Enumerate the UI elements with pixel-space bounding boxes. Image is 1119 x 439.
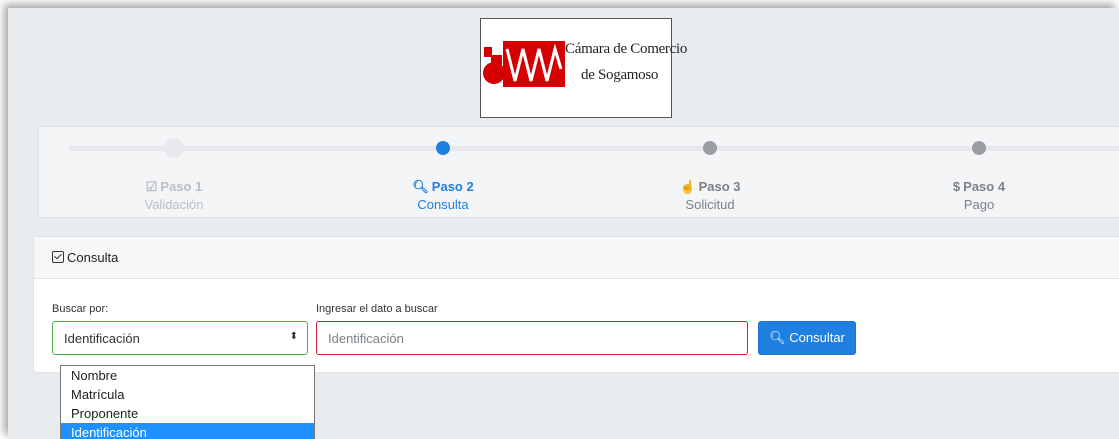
step-3[interactable]: ☝ Paso 3 Solicitud	[630, 178, 790, 214]
consultar-button-label: Consultar	[789, 330, 845, 345]
step4-title: Paso 4	[963, 179, 1006, 194]
app-window: Cámara de Comercio de Sogamoso ☑ Paso 1 V…	[8, 8, 1119, 439]
chamber-logo: Cámara de Comercio de Sogamoso	[480, 18, 687, 118]
step1-subtitle: Validación	[144, 197, 204, 212]
step-1[interactable]: ☑ Paso 1 Validación	[94, 178, 254, 214]
search-by-dropdown: Nombre Matrícula Proponente Identificaci…	[60, 365, 315, 439]
card-header: Consulta	[34, 237, 1119, 279]
dollar-icon: $	[952, 179, 961, 194]
step3-title: Paso 3	[698, 179, 741, 194]
wizard-progress: ☑ Paso 1 Validación 🔍︎ Paso 2 Consulta ☝ Pa…	[38, 126, 1119, 218]
logo-text-line1: Cámara de Comercio	[565, 41, 688, 57]
select-updown-icon: ⬍	[289, 331, 298, 342]
step1-title: Paso 1	[160, 179, 203, 194]
search-input[interactable]	[316, 321, 748, 355]
check-square-icon: ☑	[145, 179, 158, 194]
search-by-selected-value: Identificación	[64, 331, 140, 346]
consultar-button[interactable]: 🔍︎ Consultar	[758, 321, 856, 355]
search-icon: 🔍︎	[412, 179, 429, 194]
step4-dot	[972, 141, 986, 155]
search-icon: 🔍︎	[769, 330, 786, 345]
search-value-label: Ingresar el dato a buscar	[316, 303, 438, 315]
step3-dot	[703, 141, 717, 155]
step2-subtitle: Consulta	[417, 197, 469, 212]
search-by-select[interactable]: Identificación ⬍	[52, 321, 308, 355]
step2-dot	[436, 141, 450, 155]
dropdown-option-matricula[interactable]: Matrícula	[61, 385, 314, 404]
dropdown-option-proponente[interactable]: Proponente	[61, 404, 314, 423]
hand-pointer-icon: ☝	[679, 179, 696, 194]
step1-dot	[164, 138, 184, 158]
progress-track	[69, 146, 1119, 151]
check-square-icon	[52, 251, 64, 263]
step-4[interactable]: $ Paso 4 Pago	[899, 178, 1059, 214]
search-card: Consulta Buscar por: Ingresar el dato a …	[33, 236, 1119, 373]
logo-text-line2: de Sogamoso	[581, 67, 659, 83]
card-title: Consulta	[67, 250, 119, 265]
dropdown-option-nombre[interactable]: Nombre	[61, 366, 314, 385]
dropdown-option-identificacion[interactable]: Identificación	[61, 423, 314, 439]
step-2[interactable]: 🔍︎ Paso 2 Consulta	[363, 178, 523, 214]
step4-subtitle: Pago	[963, 197, 995, 212]
step2-title: Paso 2	[431, 179, 474, 194]
search-by-label: Buscar por:	[52, 303, 109, 315]
step3-subtitle: Solicitud	[685, 197, 735, 212]
